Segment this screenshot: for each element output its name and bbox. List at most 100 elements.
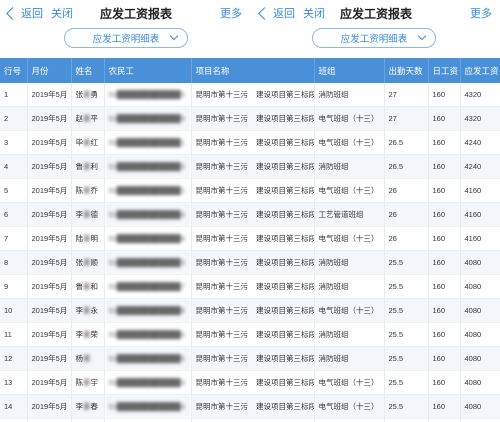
cell-month: 2019年5月 <box>27 83 72 107</box>
table-row[interactable]: 建设项目第三标段 消防班组 25.5 160 4080 <box>252 322 500 347</box>
name-mid-redacted: 某 <box>83 306 91 315</box>
worker-name: 陈某乔 <box>76 185 99 196</box>
table-row[interactable]: 建设项目第三标段 消防班组 25.5 160 4080 <box>252 274 500 299</box>
table-row[interactable]: 6 2019年5月 李某德 53████████████4 昆明市第十三污 <box>0 202 252 227</box>
name-last: 宇 <box>90 378 99 387</box>
cell-days: 26.5 <box>384 154 429 179</box>
table-row[interactable]: 建设项目第三标段 电气班组（十三） 26.5 160 4240 <box>252 130 500 155</box>
cell-payable: 4080 <box>460 418 500 422</box>
name-mid-redacted: 某 <box>83 114 91 123</box>
cell-days: 25.5 <box>384 346 429 371</box>
cell-payable: 4080 <box>460 370 500 395</box>
table-row[interactable]: 建设项目第三标段 电气班组（十三） 27 160 4320 <box>252 106 500 131</box>
cell-project-tail: 建设项目第三标段 <box>252 250 315 275</box>
back-button[interactable]: 返回 关闭 <box>6 5 73 21</box>
name-mid-redacted: 某 <box>83 186 91 195</box>
cell-worker-id: 53████████████8 <box>104 298 192 323</box>
back-label: 返回 <box>21 8 43 20</box>
table-row[interactable]: 3 2019年5月 毕某红 53████████████1 昆明市第十三污 <box>0 130 252 155</box>
table-row[interactable]: 11 2019年5月 李某荣 53████████████0 昆明市第十三污 <box>0 322 252 347</box>
cell-month: 2019年5月 <box>27 370 72 395</box>
name-first: 李 <box>75 210 84 219</box>
cell-daily-wage: 160 <box>428 370 461 395</box>
name-last: 平 <box>90 114 99 123</box>
wage-table-left: 行号 月份 姓名 农民工 项目名称 1 2019年5月 张某勇 53█████████… <box>0 58 252 422</box>
cell-seq: 14 <box>0 394 28 419</box>
cell-seq: 8 <box>0 250 28 275</box>
table-row[interactable]: 9 2019年5月 鲁某和 53████████████7 昆明市第十三污 <box>0 274 252 299</box>
cell-month: 2019年5月 <box>27 226 72 251</box>
cell-project: 昆明市第十三污 <box>191 226 252 251</box>
cell-project: 昆明市第十三污 <box>191 394 252 419</box>
table-row[interactable]: 建设项目第三标段 电气班组（十三） 25.5 160 4080 <box>252 298 500 323</box>
table-row[interactable]: 8 2019年5月 张某顺 53████████████X 昆明市第十三污 <box>0 250 252 275</box>
cell-payable: 4240 <box>460 130 500 155</box>
name-last: 红 <box>90 138 99 147</box>
cell-project: 昆明市第十三污 <box>191 418 252 422</box>
cell-daily-wage: 160 <box>428 274 461 299</box>
cell-project-tail: 建设项目第三标段 <box>252 394 315 419</box>
cell-days: 25.5 <box>384 250 429 275</box>
cell-project: 昆明市第十三污 <box>191 178 252 203</box>
cell-name: 张某顺 <box>71 250 105 275</box>
table-row[interactable]: 建设项目第三标段 消防班组 27 160 4320 <box>252 83 500 107</box>
cell-days: 25.5 <box>384 274 429 299</box>
cell-days: 25.5 <box>384 418 429 422</box>
close-button[interactable]: 关闭 <box>51 5 73 21</box>
cell-team: 工艺管道班组 <box>314 418 385 422</box>
table-row[interactable]: 建设项目第三标段 工艺管道班组 26 160 4160 <box>252 202 500 227</box>
cell-project-tail: 建设项目第三标段 <box>252 298 315 323</box>
name-mid-redacted: 某 <box>83 234 91 243</box>
table-row[interactable]: 建设项目第三标段 电气班组（十三） 26 160 4160 <box>252 178 500 203</box>
table-row[interactable]: 建设项目第三标段工艺管道班组25.51604080 <box>252 418 500 422</box>
cell-worker-id: 53████████████7 <box>104 274 192 299</box>
table-row[interactable]: 10 2019年5月 李某永 53████████████8 昆明市第十三污 <box>0 298 252 323</box>
cell-project-tail: 建设项目第三标段 <box>252 370 315 395</box>
table-row[interactable]: 152019年5月黎某评53████████████1昆明市第十三污 <box>0 418 252 422</box>
name-last: 利 <box>90 162 99 171</box>
table-row[interactable]: 12 2019年5月 杨某 53████████████5 昆明市第十三污 <box>0 346 252 371</box>
worker-name: 张某勇 <box>76 89 99 100</box>
cell-name: 鲁某利 <box>71 154 105 179</box>
cell-worker-id: 53████████████0 <box>104 322 192 347</box>
name-mid-redacted: 某 <box>83 354 91 363</box>
cell-payable: 4080 <box>460 322 500 347</box>
more-button[interactable]: 更多 <box>220 5 242 21</box>
worker-name: 鲁某和 <box>76 281 99 292</box>
table-row[interactable]: 建设项目第三标段 消防班组 26.5 160 4240 <box>252 154 500 179</box>
cell-days: 27 <box>384 83 429 107</box>
table-row[interactable]: 1 2019年5月 张某勇 53████████████5 昆明市第十三污 <box>0 83 252 107</box>
table-row[interactable]: 建设项目第三标段 消防班组 25.5 160 4080 <box>252 250 500 275</box>
close-button-right[interactable]: 关闭 <box>303 5 325 21</box>
table-row[interactable]: 5 2019年5月 陈某乔 53████████████2 昆明市第十三污 <box>0 178 252 203</box>
table-row[interactable]: 建设项目第三标段 电气班组（十三） 26 160 4160 <box>252 226 500 251</box>
report-type-select[interactable]: 应发工资明细表 <box>64 28 188 48</box>
cell-payable: 4320 <box>460 106 500 131</box>
table-row[interactable]: 4 2019年5月 鲁某利 53████████████3 昆明市第十三污 <box>0 154 252 179</box>
table-row[interactable]: 14 2019年5月 李某春 53████████████4 昆明市第十三污 <box>0 394 252 419</box>
table-row[interactable]: 7 2019年5月 陆某明 53████████████6 昆明市第十三污 <box>0 226 252 251</box>
cell-project-tail: 建设项目第三标段 <box>252 322 315 347</box>
name-mid-redacted: 某 <box>83 378 91 387</box>
name-first: 陈 <box>75 186 84 195</box>
more-button-right[interactable]: 更多 <box>470 5 492 21</box>
back-button-right[interactable]: 返回 关闭 <box>258 5 325 21</box>
cell-team: 电气班组（十三） <box>314 106 385 131</box>
report-type-select-right[interactable]: 应发工资明细表 <box>312 28 436 48</box>
name-last: 德 <box>90 210 99 219</box>
cell-daily-wage: 160 <box>428 298 461 323</box>
cell-project: 昆明市第十三污 <box>191 298 252 323</box>
table-row[interactable]: 建设项目第三标段 消防班组 25.5 160 4080 <box>252 346 500 371</box>
cell-worker-id: 53████████████1 <box>104 130 192 155</box>
table-row[interactable]: 2 2019年5月 赵某平 53████████████9 昆明市第十三污 <box>0 106 252 131</box>
right-panel: 返回 关闭 应发工资报表 更多 应发工资明细表 班组 出勤天数 日工资 应发工资… <box>252 0 500 422</box>
table-row[interactable]: 13 2019年5月 陈某宇 53████████████3 昆明市第十三污 <box>0 370 252 395</box>
cell-daily-wage: 160 <box>428 130 461 155</box>
worker-name: 鲁某利 <box>76 161 99 172</box>
cell-name: 陆某明 <box>71 226 105 251</box>
wage-table-right: 班组 出勤天数 日工资 应发工资 建设项目第三标段 消防班组 27 160 4320 建设… <box>252 58 500 422</box>
table-row[interactable]: 建设项目第三标段 电气班组（十三） 25.5 160 4080 <box>252 370 500 395</box>
cell-payable: 4240 <box>460 154 500 179</box>
cell-name: 杨某 <box>71 346 105 371</box>
table-row[interactable]: 建设项目第三标段 电气班组（十三） 25.5 160 4080 <box>252 394 500 419</box>
